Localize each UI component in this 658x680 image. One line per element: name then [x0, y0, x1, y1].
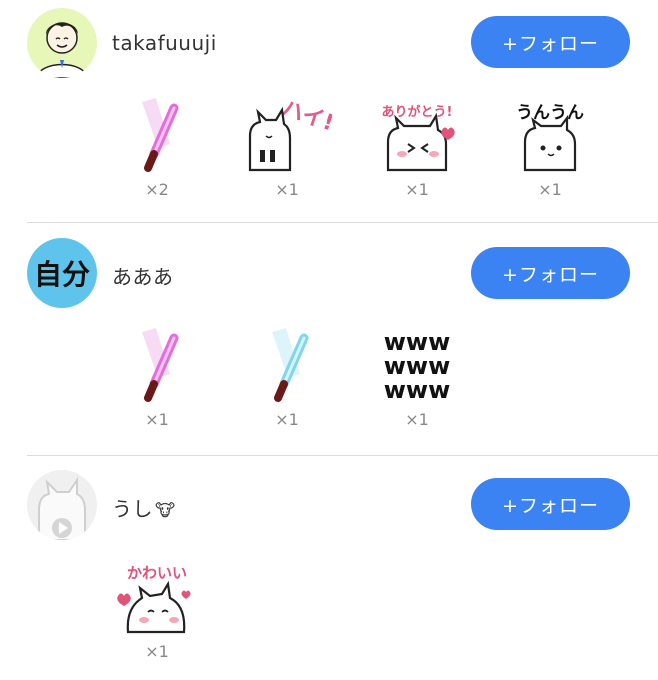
username-text: takafuuuji [112, 31, 217, 55]
gift-count: ×1 [145, 642, 169, 661]
gift-item: ×1 [112, 326, 202, 429]
cat-un-un-sticker-icon: うんうん [505, 96, 595, 174]
divider [27, 455, 658, 456]
gift-count: ×1 [405, 410, 429, 429]
follow-button[interactable]: +フォロー [471, 16, 630, 68]
username[interactable]: takafuuuji [112, 31, 217, 55]
follow-button[interactable]: +フォロー [471, 247, 630, 299]
gift-item: ハイ! ×1 [242, 96, 332, 199]
username-text: あああ [112, 265, 174, 289]
sticker-text: ありがとう! [382, 104, 453, 120]
follow-button[interactable]: +フォロー [471, 478, 630, 530]
pink-glowstick-icon [112, 96, 202, 174]
gift-count: ×1 [145, 410, 169, 429]
username[interactable]: うし 🐮 [112, 493, 176, 522]
gift-count: ×1 [275, 180, 299, 199]
avatar-text: 自分 [34, 258, 90, 291]
cat-kawaii-sticker-icon: かわいい [112, 558, 202, 636]
gift-item: ありがとう! ×1 [372, 96, 462, 199]
divider [27, 222, 658, 223]
cat-arigatou-sticker-icon: ありがとう! [372, 96, 462, 174]
username-text: うし [112, 497, 153, 521]
gift-item: www www www ×1 [372, 326, 462, 429]
blue-glowstick-icon [242, 326, 332, 404]
username[interactable]: あああ [112, 261, 174, 290]
avatar[interactable]: 自分 [27, 238, 97, 308]
sticker-text: www [384, 376, 451, 404]
follow-button-label: +フォロー [502, 494, 599, 517]
gift-count: ×1 [538, 180, 562, 199]
gift-count: ×2 [145, 180, 169, 199]
follow-button-label: +フォロー [502, 32, 599, 55]
gift-item: ×1 [242, 326, 332, 429]
gift-item: かわいい ×1 [112, 558, 202, 661]
gift-count: ×1 [275, 410, 299, 429]
gift-count: ×1 [405, 180, 429, 199]
gift-item: うんうん ×1 [505, 96, 595, 199]
cow-icon: 🐮 [155, 501, 176, 521]
follow-button-label: +フォロー [502, 263, 599, 286]
sticker-text: かわいい [127, 564, 187, 582]
www-sticker-icon: www www www [372, 326, 462, 404]
avatar[interactable] [27, 8, 97, 78]
gift-item: ×2 [112, 96, 202, 199]
pink-glowstick-icon [112, 326, 202, 404]
cat-hai-sticker-icon: ハイ! [242, 96, 332, 174]
avatar[interactable] [27, 470, 97, 540]
sticker-text: うんうん [516, 103, 584, 123]
